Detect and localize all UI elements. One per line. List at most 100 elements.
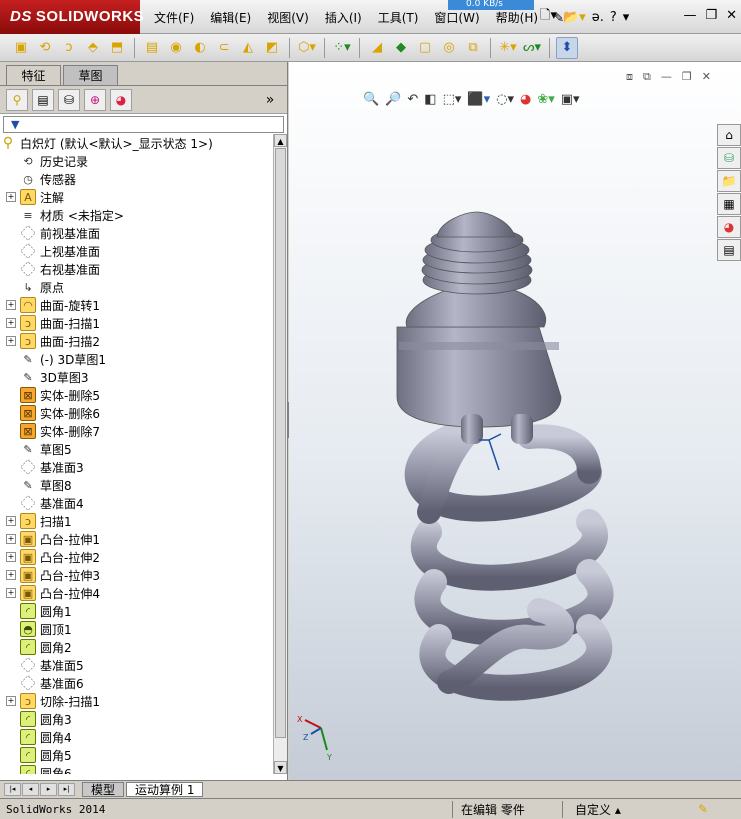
expand-icon[interactable]: + bbox=[6, 336, 16, 346]
home-icon[interactable]: ⌂ bbox=[717, 124, 741, 146]
boundary-cut-icon[interactable]: ◩ bbox=[261, 37, 283, 59]
rebuild-icon[interactable]: ✎ bbox=[698, 802, 708, 816]
menu-insert[interactable]: 插入(I) bbox=[317, 0, 370, 34]
tree-item[interactable]: + ▣ 凸台-拉伸2 bbox=[0, 548, 272, 566]
extrude-cut-icon[interactable]: ▤ bbox=[141, 37, 163, 59]
tree-item[interactable]: + ▣ 凸台-拉伸3 bbox=[0, 566, 272, 584]
view-palette-icon[interactable]: ▦ bbox=[717, 193, 741, 215]
tree-item[interactable]: ≡ 材质 <未指定> bbox=[0, 206, 272, 224]
minimize-icon[interactable]: — bbox=[683, 8, 696, 23]
expand-icon[interactable]: + bbox=[6, 588, 16, 598]
tree-item[interactable]: 基准面6 bbox=[0, 674, 272, 692]
tree-item[interactable]: 基准面3 bbox=[0, 458, 272, 476]
configuration-manager-icon[interactable]: ⛁ bbox=[58, 88, 80, 111]
close-icon[interactable]: ✕ bbox=[726, 8, 737, 23]
status-units[interactable]: 自定义 ▴ bbox=[562, 800, 662, 818]
menu-file[interactable]: 文件(F) bbox=[146, 0, 202, 34]
first-tab-icon[interactable]: |◂ bbox=[4, 782, 21, 796]
tree-item[interactable]: ◓ 圆顶1 bbox=[0, 620, 272, 638]
expand-icon[interactable]: + bbox=[6, 192, 16, 202]
prev-tab-icon[interactable]: ◂ bbox=[22, 782, 39, 796]
fillet-icon[interactable]: ⬡▾ bbox=[296, 37, 318, 59]
tree-item[interactable]: ◜ 圆角6 bbox=[0, 764, 272, 774]
loft-boss-icon[interactable]: ⬘ bbox=[82, 37, 104, 59]
restore-icon[interactable]: ❐ bbox=[705, 8, 717, 23]
menu-tools[interactable]: 工具(T) bbox=[370, 0, 427, 34]
tree-item[interactable]: ◜ 圆角5 bbox=[0, 746, 272, 764]
tree-item[interactable]: ✎ 草图5 bbox=[0, 440, 272, 458]
intersect-icon[interactable]: ⧉ bbox=[462, 37, 484, 59]
expand-icon[interactable]: + bbox=[6, 516, 16, 526]
tree-item[interactable]: ✎ 草图8 bbox=[0, 476, 272, 494]
boundary-boss-icon[interactable]: ⬒ bbox=[106, 37, 128, 59]
tree-item[interactable]: 基准面4 bbox=[0, 494, 272, 512]
open-icon[interactable]: 📂▾ bbox=[563, 10, 586, 25]
instant3d-icon[interactable]: ⬍ bbox=[556, 36, 578, 59]
tree-item[interactable]: + ↄ 扫描1 bbox=[0, 512, 272, 530]
tree-item[interactable]: + ◠ 曲面-旋转1 bbox=[0, 296, 272, 314]
hole-wizard-icon[interactable]: ◉ bbox=[165, 37, 187, 59]
options-extra[interactable]: ə. bbox=[592, 10, 604, 25]
feature-manager-icon[interactable]: ⚲ bbox=[6, 88, 28, 111]
menu-help[interactable]: 帮助(H) bbox=[488, 0, 546, 34]
custom-properties-icon[interactable]: ▤ bbox=[717, 239, 741, 261]
tree-item[interactable]: ◜ 圆角3 bbox=[0, 710, 272, 728]
tab-features[interactable]: 特征 bbox=[6, 65, 61, 85]
tree-item[interactable]: 基准面5 bbox=[0, 656, 272, 674]
help-icon[interactable]: ? bbox=[610, 10, 617, 25]
loft-cut-icon[interactable]: ◭ bbox=[237, 37, 259, 59]
expand-icon[interactable]: + bbox=[6, 552, 16, 562]
tree-item[interactable]: ⊠ 实体-删除6 bbox=[0, 404, 272, 422]
curves-icon[interactable]: ᔕ▾ bbox=[521, 37, 543, 59]
tree-item[interactable]: ✎ 3D草图3 bbox=[0, 368, 272, 386]
rib-icon[interactable]: ◢ bbox=[366, 37, 388, 59]
solidworks-logo[interactable]: DS SOLIDWORKS bbox=[0, 0, 144, 34]
chevron-down-icon[interactable]: ▾ bbox=[623, 10, 630, 25]
expand-icon[interactable]: + bbox=[6, 570, 16, 580]
tree-item[interactable]: ✎ (-) 3D草图1 bbox=[0, 350, 272, 368]
scroll-thumb[interactable] bbox=[275, 148, 286, 738]
wrap-icon[interactable]: ◎ bbox=[438, 37, 460, 59]
next-tab-icon[interactable]: ▸ bbox=[40, 782, 57, 796]
revolve-cut-icon[interactable]: ◐ bbox=[189, 37, 211, 59]
tree-item[interactable]: ⟲ 历史记录 bbox=[0, 152, 272, 170]
tree-item[interactable]: ⊠ 实体-删除7 bbox=[0, 422, 272, 440]
tree-item[interactable]: ◷ 传感器 bbox=[0, 170, 272, 188]
graphics-viewport[interactable]: ⧈ ⧉ — ❐ ✕ 🔍 🔎 ↶ ◧ ⬚▾ ⬛▾ ◌▾ ◕ ❀▾ ▣▾ ⌂ ⛁ 📁… bbox=[289, 62, 741, 780]
tree-item[interactable]: + ↄ 曲面-扫描2 bbox=[0, 332, 272, 350]
tab-model[interactable]: 模型 bbox=[82, 782, 125, 797]
file-explorer-icon[interactable]: 📁 bbox=[717, 170, 741, 192]
reference-geometry-icon[interactable]: ✳▾ bbox=[497, 37, 519, 59]
menu-edit[interactable]: 编辑(E) bbox=[202, 0, 259, 34]
tab-motion-study[interactable]: 运动算例 1 bbox=[126, 782, 204, 797]
menu-window[interactable]: 窗口(W) bbox=[426, 0, 487, 34]
tree-item[interactable]: + ▣ 凸台-拉伸4 bbox=[0, 584, 272, 602]
tree-root[interactable]: ⚲ 白炽灯 (默认<默认>_显示状态 1>) bbox=[0, 134, 272, 152]
chevron-right-icon[interactable]: » bbox=[259, 89, 281, 111]
expand-icon[interactable]: + bbox=[6, 300, 16, 310]
tree-item[interactable]: + ▣ 凸台-拉伸1 bbox=[0, 530, 272, 548]
last-tab-icon[interactable]: ▸| bbox=[58, 782, 75, 796]
scroll-up-icon[interactable]: ▲ bbox=[274, 134, 287, 147]
sweep-boss-icon[interactable]: ↄ bbox=[58, 37, 80, 59]
tree-item[interactable]: + ↄ 切除-扫描1 bbox=[0, 692, 272, 710]
tree-item[interactable]: ◜ 圆角4 bbox=[0, 728, 272, 746]
new-document-icon[interactable]: 🗋▾ bbox=[540, 6, 557, 28]
display-manager-icon[interactable]: ◕ bbox=[110, 88, 132, 111]
extrude-boss-icon[interactable]: ▣ bbox=[10, 37, 32, 59]
property-manager-icon[interactable]: ▤ bbox=[32, 88, 54, 111]
linear-pattern-icon[interactable]: ⁘▾ bbox=[331, 37, 353, 59]
appearances-icon[interactable]: ◕ bbox=[717, 216, 741, 238]
expand-icon[interactable]: + bbox=[6, 696, 16, 706]
tree-item[interactable]: ◜ 圆角2 bbox=[0, 638, 272, 656]
tree-item[interactable]: + A 注解 bbox=[0, 188, 272, 206]
tree-item[interactable]: 上视基准面 bbox=[0, 242, 272, 260]
menu-view[interactable]: 视图(V) bbox=[259, 0, 317, 34]
expand-icon[interactable]: + bbox=[6, 318, 16, 328]
tree-item[interactable]: ⊠ 实体-删除5 bbox=[0, 386, 272, 404]
tree-item[interactable]: ◜ 圆角1 bbox=[0, 602, 272, 620]
tree-scrollbar[interactable]: ▲ ▼ bbox=[273, 134, 287, 774]
expand-icon[interactable]: + bbox=[6, 534, 16, 544]
tree-item[interactable]: 右视基准面 bbox=[0, 260, 272, 278]
tree-item[interactable]: ↳ 原点 bbox=[0, 278, 272, 296]
